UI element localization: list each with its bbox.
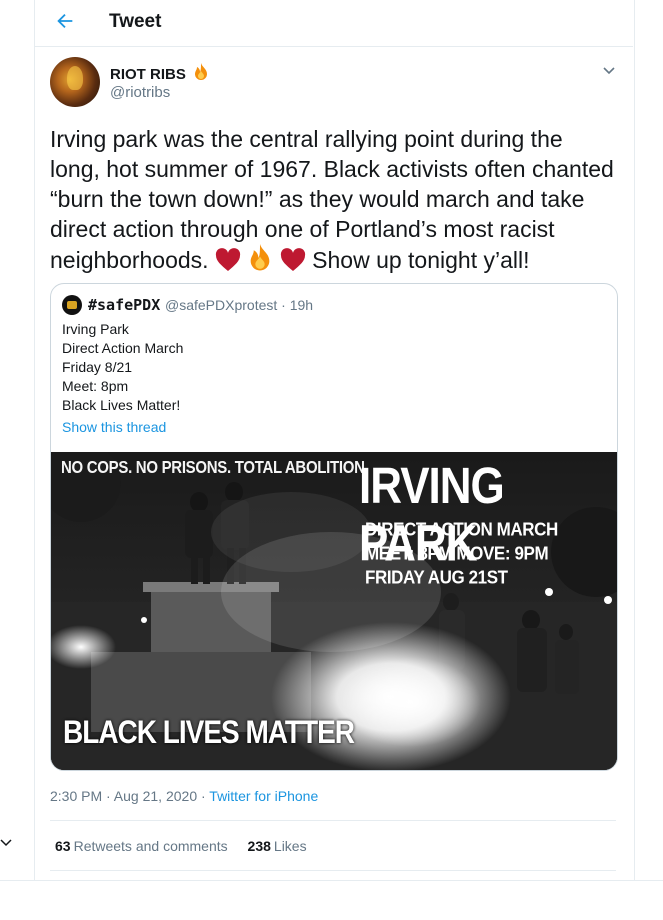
retweets-count: 63 — [55, 838, 71, 854]
arrow-left-icon — [57, 13, 73, 29]
tweet-time[interactable]: 2:30 PM · Aug 21, 2020 · — [50, 788, 209, 804]
quoted-avatar — [62, 295, 82, 315]
tweet-line-last: neighborhoods. Show up tonight y’all! — [50, 244, 625, 275]
fire-icon — [195, 63, 208, 80]
tweet-source[interactable]: Twitter for iPhone — [209, 788, 318, 804]
quoted-meta: @safePDXprotest · 19h — [165, 297, 314, 313]
quoted-text: Irving Park Direct Action March Friday 8… — [62, 320, 183, 415]
likes-label: Likes — [273, 838, 307, 854]
author-handle[interactable]: @riotribs — [110, 84, 170, 101]
quoted-tweet[interactable]: #safePDX @safePDXprotest · 19h Irving Pa… — [50, 283, 618, 771]
author-name[interactable]: RIOT RIBS — [110, 63, 209, 83]
heart-icon — [280, 248, 305, 271]
divider — [0, 880, 663, 881]
fire-icon — [251, 244, 270, 271]
quoted-line: Black Lives Matter! — [62, 397, 181, 413]
show-thread-link[interactable]: Show this thread — [62, 419, 166, 435]
quoted-name: #safePDX — [88, 296, 161, 314]
retweets-label: Retweets and comments — [73, 838, 228, 854]
tweet-fragment: Show up tonight y’all! — [312, 247, 530, 273]
tweet-header: Tweet — [34, 0, 633, 47]
page-title: Tweet — [109, 11, 162, 32]
tweet-timestamp: 2:30 PM · Aug 21, 2020 · Twitter for iPh… — [50, 788, 318, 804]
tweet-stats: 63 Retweets and comments 238 Likes — [55, 838, 307, 854]
author-name-text: RIOT RIBS — [110, 66, 186, 83]
heart-icon — [215, 248, 241, 271]
likes-stat[interactable]: 238 Likes — [248, 838, 307, 854]
tweet-text: Irving park was the central rallying poi… — [50, 124, 625, 275]
quoted-line: Direct Action March — [62, 340, 184, 356]
poster-image[interactable]: NO COPS. NO PRISONS. TOTAL ABOLITION. IR… — [51, 452, 617, 770]
poster-subtitle: MEET: 8PM MOVE: 9PM — [365, 543, 549, 564]
chevron-down-icon[interactable] — [601, 65, 617, 77]
chevron-down-icon[interactable] — [0, 838, 12, 848]
divider — [50, 820, 616, 821]
back-button[interactable] — [54, 10, 80, 36]
tweet-line: Irving park was the central rallying poi… — [50, 126, 563, 152]
likes-count: 238 — [247, 838, 271, 854]
quoted-line: Irving Park — [62, 321, 129, 337]
tweet-line: “burn the town down!” as they would marc… — [50, 186, 585, 212]
retweets-stat[interactable]: 63 Retweets and comments — [55, 838, 228, 854]
poster-bottom-text: BLACK LIVES MATTER — [63, 714, 355, 750]
quoted-line: Meet: 8pm — [62, 378, 129, 394]
tweet-line: direct action through one of Portland’s … — [50, 216, 555, 242]
divider — [50, 870, 616, 871]
tweet-fragment: neighborhoods. — [50, 247, 209, 273]
poster-slogan: NO COPS. NO PRISONS. TOTAL ABOLITION. — [61, 458, 369, 478]
quoted-line: Friday 8/21 — [62, 359, 133, 375]
tweet-line: long, hot summer of 1967. Black activist… — [50, 156, 614, 182]
poster-subtitle: FRIDAY AUG 21ST — [365, 567, 508, 588]
author-avatar[interactable] — [50, 57, 100, 107]
poster-subtitle: DIRECT ACTION MARCH — [365, 519, 558, 540]
